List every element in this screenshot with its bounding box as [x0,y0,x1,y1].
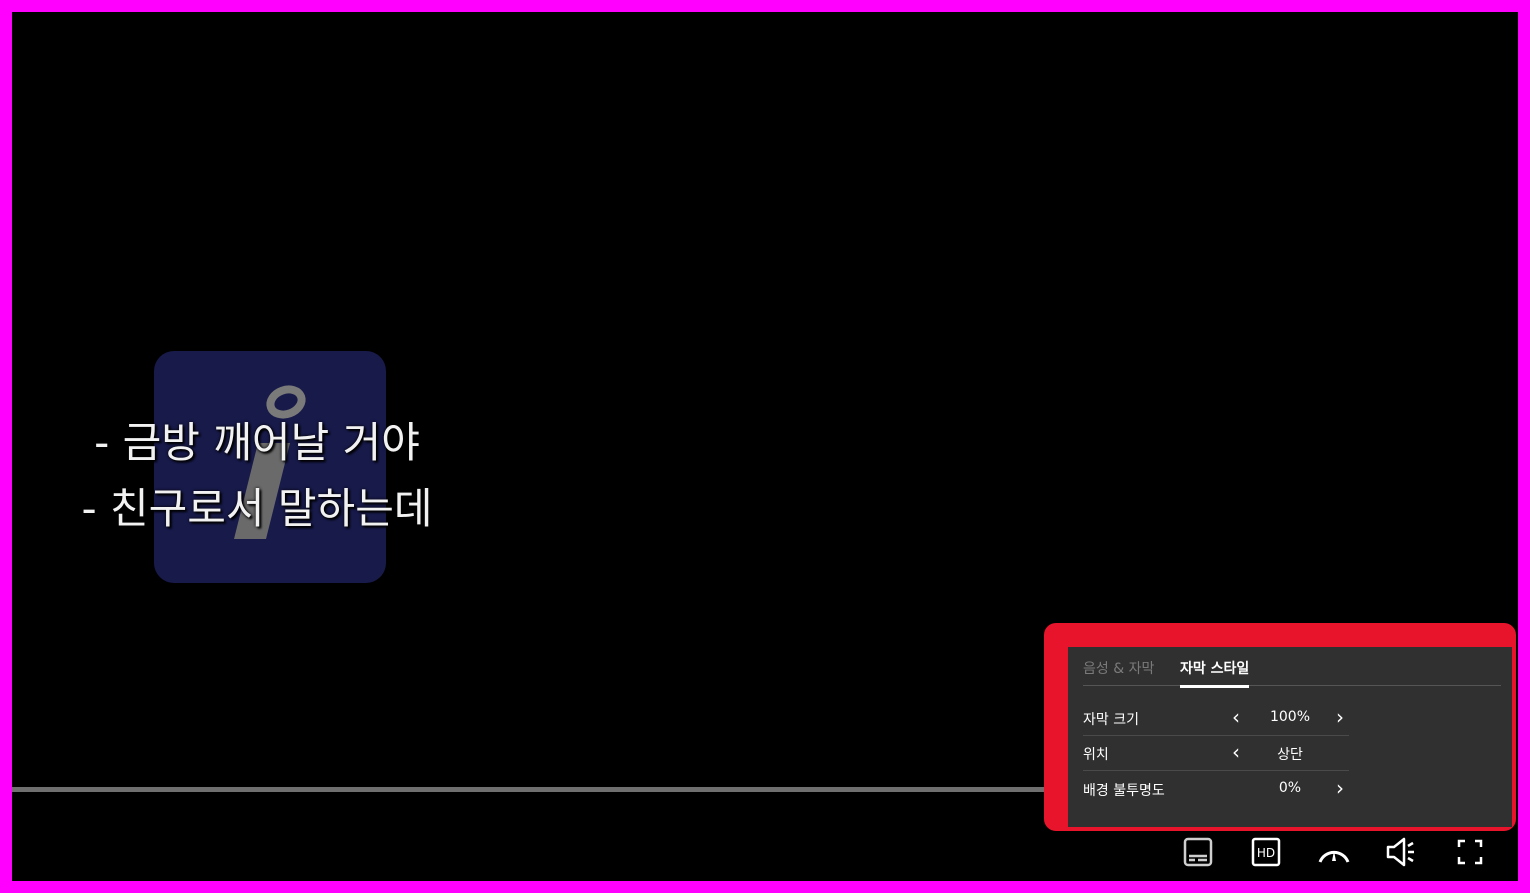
quality-button[interactable]: HD [1246,832,1286,872]
fullscreen-icon [1457,839,1483,865]
chevron-left-icon[interactable]: ‹ [1225,705,1247,729]
setting-value: 상단 [1277,747,1303,763]
subtitle-line-2: - 친구로서 말하는데 [81,484,433,533]
setting-label: 배경 불투명도 [1083,783,1165,799]
setting-label: 위치 [1083,747,1109,763]
settings-highlight: 음성 & 자막 자막 스타일 자막 크기 ‹ 100% › 위치 ‹ 상단 배경… [1044,623,1516,831]
progress-bar[interactable] [12,787,1052,792]
playback-speed-icon [1318,850,1350,863]
hd-icon: HD [1251,837,1281,867]
chevron-right-icon[interactable]: › [1329,705,1351,729]
chevron-left-icon[interactable]: ‹ [1225,740,1247,764]
setting-row-bg-opacity: 배경 불투명도 0% › [1083,771,1349,806]
subtitles-icon [1183,837,1213,867]
volume-button[interactable] [1382,832,1422,872]
setting-row-position: 위치 ‹ 상단 [1083,735,1349,771]
subtitle-text: - 금방 깨어날 거야 - 친구로서 말하는데 [62,410,452,542]
playback-speed-button[interactable] [1314,832,1354,872]
setting-value: 100% [1269,709,1311,725]
setting-row-size: 자막 크기 ‹ 100% › [1083,700,1349,736]
fullscreen-button[interactable] [1450,832,1490,872]
setting-label: 자막 크기 [1083,712,1139,728]
tab-audio-subtitles[interactable]: 음성 & 자막 [1083,658,1154,678]
player-controls: HD [1178,832,1508,872]
setting-value: 0% [1278,780,1302,796]
subtitle-line-1: - 금방 깨어날 거야 [94,418,420,467]
chevron-right-icon[interactable]: › [1329,776,1351,800]
subtitles-button[interactable] [1178,832,1218,872]
settings-tabs: 음성 & 자막 자막 스타일 [1083,647,1501,688]
subtitle-settings-panel: 음성 & 자막 자막 스타일 자막 크기 ‹ 100% › 위치 ‹ 상단 배경… [1068,647,1512,827]
hd-label: HD [1257,846,1275,860]
video-player[interactable]: - 금방 깨어날 거야 - 친구로서 말하는데 음성 & 자막 자막 스타일 자… [12,12,1518,881]
tab-subtitle-style[interactable]: 자막 스타일 [1180,658,1250,688]
volume-icon [1386,837,1414,867]
